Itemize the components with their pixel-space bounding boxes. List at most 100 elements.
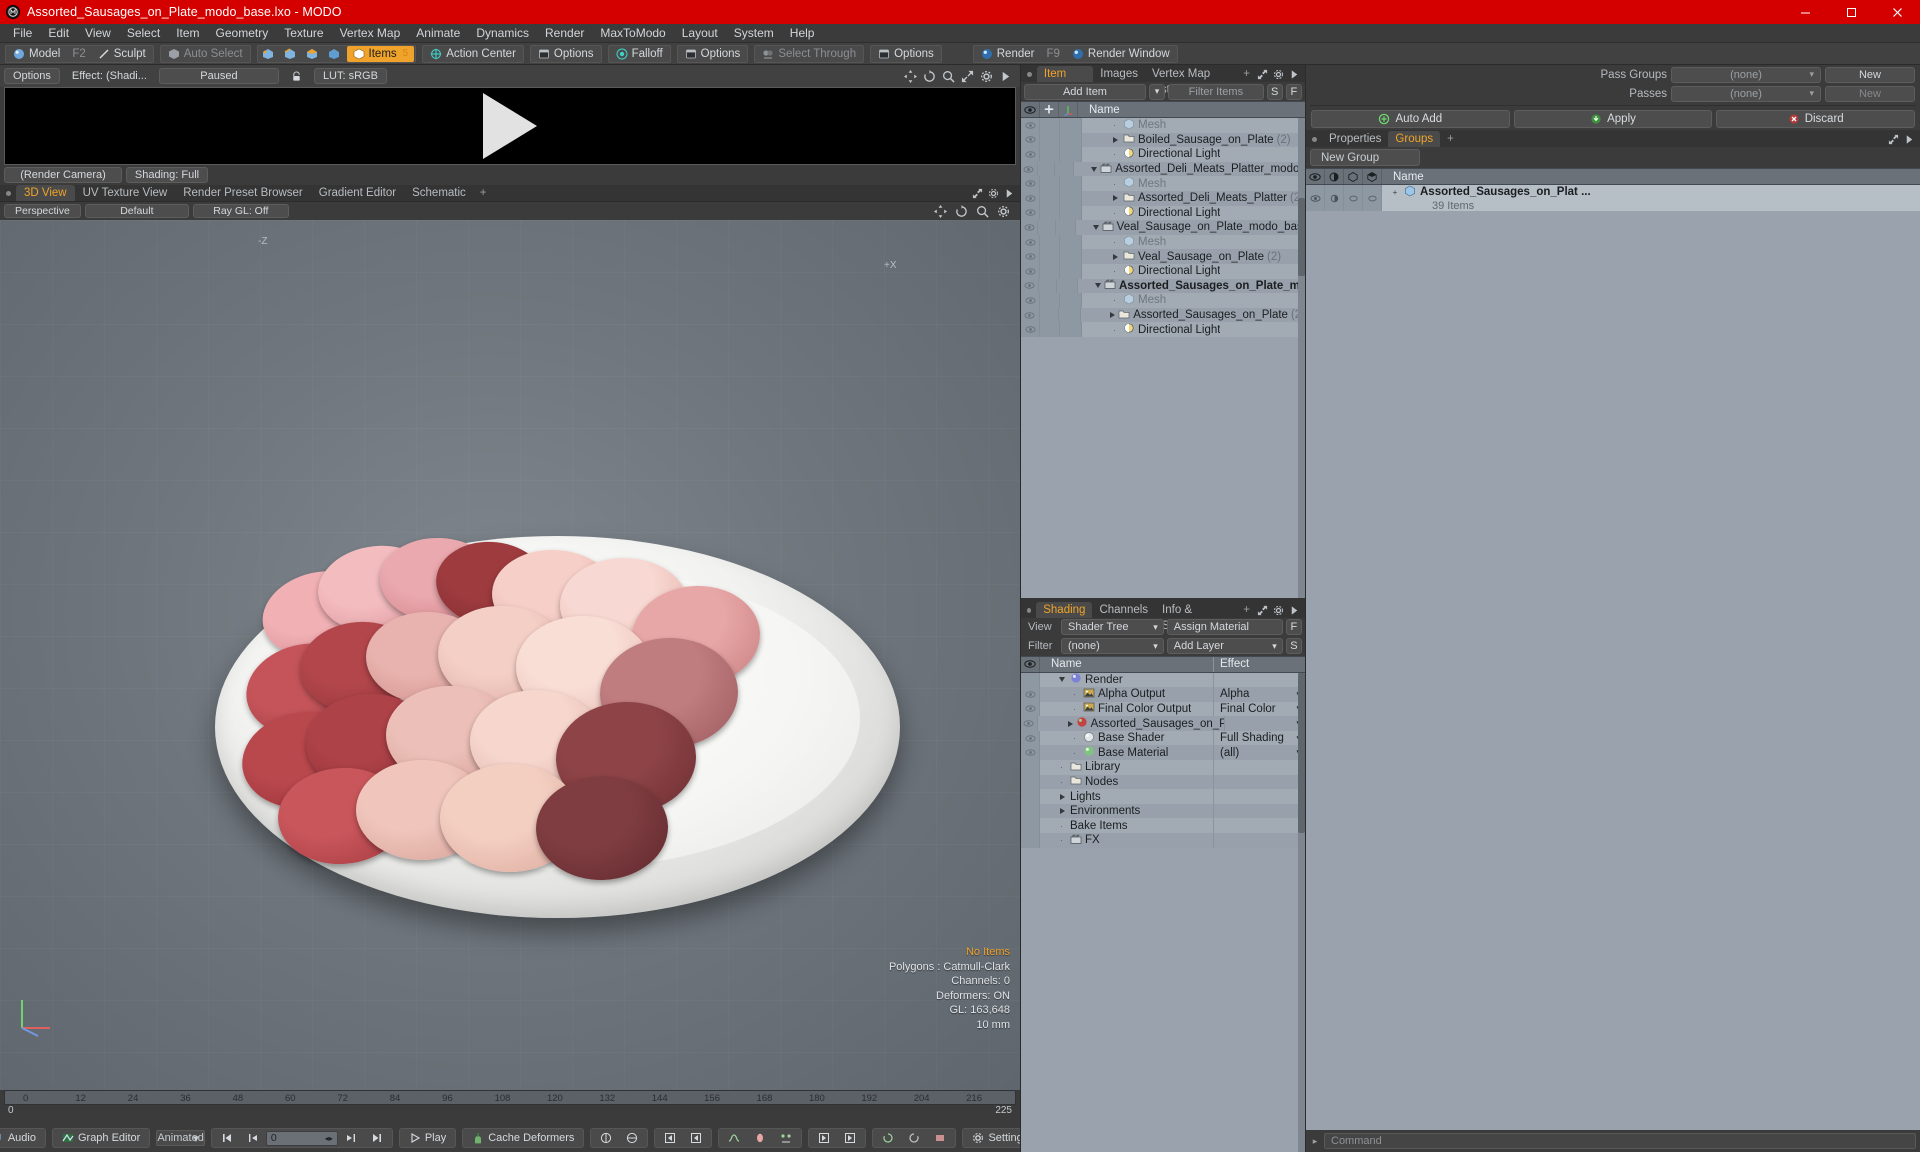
close-button[interactable]	[1874, 0, 1920, 24]
timeline-ruler[interactable]: 0 12 24 36 48 60 72 84 96 108 120 132 144 156 168 180 19…	[4, 1090, 1016, 1105]
preview-paused-button[interactable]: Paused	[158, 68, 279, 84]
go-to-end-button[interactable]	[364, 1130, 390, 1147]
expand-arrow-icon[interactable]	[1057, 808, 1067, 815]
group-visibility-toggle[interactable]	[1306, 185, 1325, 211]
menu-maxtomodo[interactable]: MaxToModo	[592, 24, 673, 43]
item-list-row[interactable]: Boiled_Sausage_on_Plate (2)	[1021, 132, 1305, 148]
command-input[interactable]: Command	[1324, 1133, 1916, 1149]
shader-row-effect[interactable]	[1213, 672, 1305, 688]
row-axis-cell[interactable]	[1060, 132, 1082, 148]
pass-groups-new-button[interactable]: New	[1825, 66, 1915, 83]
row-lock-cell[interactable]	[1040, 263, 1060, 279]
more-arrow-icon[interactable]	[999, 70, 1012, 83]
row-axis-cell[interactable]	[1060, 147, 1082, 162]
shader-row-effect[interactable]: Full Shading▾	[1213, 730, 1305, 746]
audio-button[interactable]: Audio	[0, 1130, 43, 1147]
filter-items-input[interactable]: Filter Items	[1168, 83, 1264, 100]
tab-images[interactable]: Images	[1093, 66, 1145, 82]
shader-tree-row[interactable]: · Base Shader Full Shading▾	[1021, 730, 1305, 746]
passes-select[interactable]: (none) ▾	[1671, 85, 1821, 102]
shader-row-effect[interactable]: Alpha▾	[1213, 687, 1305, 702]
collapse-arrow-icon[interactable]	[1092, 224, 1099, 230]
row-visibility-toggle[interactable]	[1021, 205, 1040, 221]
menu-geometry[interactable]: Geometry	[208, 24, 277, 43]
row-axis-cell[interactable]	[1057, 278, 1079, 294]
shader-tree-scrollbar-thumb[interactable]	[1298, 672, 1305, 833]
gear-icon[interactable]	[988, 188, 999, 199]
bake-key-button[interactable]	[927, 1130, 953, 1147]
preview-lock-icon[interactable]	[283, 68, 310, 84]
row-axis-cell[interactable]	[1060, 322, 1082, 337]
polygon-mode-button[interactable]	[303, 46, 325, 62]
row-axis-cell[interactable]	[1060, 234, 1082, 250]
item-list-s-button[interactable]: S	[1266, 83, 1283, 100]
row-visibility-toggle[interactable]	[1021, 263, 1040, 279]
auto-add-button[interactable]: Auto Add	[1311, 110, 1510, 128]
current-frame-field[interactable]: 0 ◂▸	[265, 1130, 338, 1146]
item-list-row[interactable]: · Mesh	[1021, 293, 1305, 308]
shader-row-effect[interactable]	[1213, 760, 1305, 775]
rotate-icon[interactable]	[955, 204, 968, 218]
tab-groups[interactable]: Groups	[1388, 131, 1441, 147]
row-lock-cell[interactable]	[1040, 118, 1060, 133]
row-lock-cell[interactable]	[1040, 234, 1060, 250]
prev-key-button[interactable]	[657, 1130, 683, 1147]
more-arrow-icon[interactable]	[1289, 69, 1300, 80]
shader-tree-row[interactable]: · Library	[1021, 760, 1305, 775]
shader-row-visibility-toggle[interactable]	[1021, 745, 1040, 761]
pan-icon[interactable]	[934, 204, 947, 218]
item-list-tab-handle[interactable]	[1027, 72, 1032, 77]
item-list-row[interactable]: · Directional Light	[1021, 263, 1305, 279]
pass-groups-select[interactable]: (none) ▾	[1671, 66, 1821, 83]
menu-texture[interactable]: Texture	[276, 24, 331, 43]
item-list-row[interactable]: Assorted_Sausages_on_Plate(2)	[1021, 307, 1305, 323]
edge-mode-button[interactable]	[281, 46, 303, 62]
menu-system[interactable]: System	[726, 24, 782, 43]
group-solid-toggle[interactable]	[1363, 185, 1382, 211]
collapse-arrow-icon[interactable]	[1057, 677, 1067, 683]
add-item-button[interactable]: Add Item	[1024, 83, 1146, 100]
shader-row-effect[interactable]	[1213, 774, 1305, 790]
maximize-panel-icon[interactable]	[1257, 69, 1268, 80]
pan-icon[interactable]	[904, 69, 917, 83]
apply-button[interactable]: Apply	[1513, 110, 1713, 128]
graph-editor-button[interactable]: Graph Editor	[55, 1130, 147, 1147]
row-lock-cell[interactable]	[1037, 161, 1056, 177]
row-axis-cell[interactable]	[1055, 161, 1075, 177]
tab-item-list[interactable]: Item List	[1036, 66, 1094, 96]
play-button[interactable]: Play	[402, 1130, 453, 1147]
row-lock-cell[interactable]	[1038, 278, 1058, 294]
shader-tree-row[interactable]: · FX	[1021, 833, 1305, 848]
item-list-row[interactable]: · Directional Light	[1021, 147, 1305, 162]
groups-visibility-column-header[interactable]	[1306, 169, 1325, 184]
row-lock-cell[interactable]	[1040, 132, 1060, 148]
item-list-row[interactable]: · Mesh	[1021, 234, 1305, 250]
tab-shading[interactable]: Shading	[1036, 601, 1093, 618]
item-list-scrollbar-thumb[interactable]	[1298, 198, 1305, 276]
minimize-button[interactable]	[1782, 0, 1828, 24]
row-axis-cell[interactable]	[1055, 220, 1076, 235]
step-forward-button[interactable]	[338, 1130, 364, 1147]
menu-dynamics[interactable]: Dynamics	[468, 24, 537, 43]
collapse-arrow-icon[interactable]	[1095, 283, 1102, 289]
row-visibility-toggle[interactable]	[1021, 322, 1040, 337]
shader-tree-row[interactable]: · Base Material (all)▾	[1021, 745, 1305, 761]
groups-add-tab[interactable]: +	[1440, 131, 1461, 147]
action-options-button[interactable]: Options	[532, 46, 600, 62]
row-axis-cell[interactable]	[1060, 263, 1082, 279]
shader-row-visibility-toggle[interactable]	[1021, 672, 1040, 688]
expand-arrow-icon[interactable]	[1110, 136, 1120, 143]
more-arrow-icon[interactable]	[1904, 134, 1915, 145]
row-visibility-toggle[interactable]	[1021, 220, 1039, 235]
item-list-row[interactable]: Assorted_Deli_Meats_Platter (2)	[1021, 190, 1305, 206]
menu-view[interactable]: View	[77, 24, 119, 43]
item-list-row[interactable]: Veal_Sausage_on_Plate_modo_base.lxo	[1021, 220, 1305, 235]
item-list-row[interactable]: · Directional Light	[1021, 322, 1305, 337]
row-axis-cell[interactable]	[1060, 249, 1082, 264]
shading-tab-handle[interactable]	[1027, 607, 1032, 613]
range-start-button[interactable]	[811, 1130, 837, 1147]
rotate-key-button[interactable]	[875, 1130, 901, 1147]
viewport-style-select[interactable]: Default	[84, 204, 189, 218]
expand-arrow-icon[interactable]	[1057, 793, 1067, 800]
assign-material-button[interactable]: Assign Material	[1166, 619, 1283, 635]
